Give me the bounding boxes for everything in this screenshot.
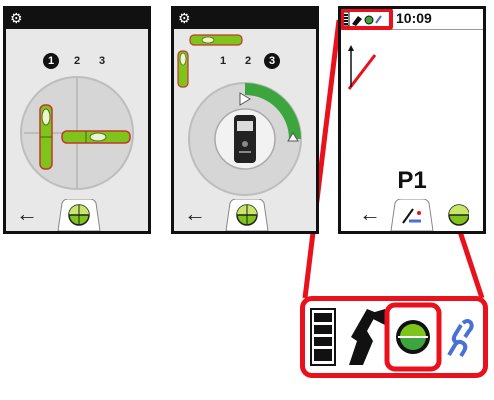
device-screen-step-3: ⚙ 1 2 3 ← bbox=[171, 6, 319, 234]
calibration-graphic bbox=[177, 34, 302, 196]
tripod-adapter-icon bbox=[349, 309, 385, 365]
vertical-vial-small-icon bbox=[177, 50, 189, 88]
level-vials-graphic bbox=[20, 76, 134, 190]
device-screen-step-1: ⚙ 1 2 3 ← bbox=[3, 6, 151, 234]
level-sensor-icon bbox=[396, 320, 430, 354]
status-icons-highlight bbox=[341, 9, 393, 30]
settings-gear-icon[interactable]: ⚙ bbox=[178, 10, 191, 27]
tilt-measure-icon bbox=[347, 45, 377, 90]
back-arrow-icon[interactable]: ← bbox=[16, 203, 38, 225]
level-tab-button[interactable] bbox=[447, 201, 469, 227]
vertical-vial-icon bbox=[39, 104, 53, 170]
back-arrow-icon[interactable]: ← bbox=[359, 203, 381, 225]
level-tab-button[interactable] bbox=[56, 199, 102, 231]
disto-device-icon bbox=[234, 115, 256, 163]
bottom-nav: ← bbox=[6, 195, 148, 231]
battery-icon bbox=[310, 308, 336, 366]
top-bar: ⚙ bbox=[6, 9, 148, 29]
measure-mode-tab-button[interactable] bbox=[389, 199, 435, 231]
point-label: P1 bbox=[397, 167, 427, 194]
device-screen-measure: 10:09 P1 ← bbox=[338, 6, 486, 234]
zoomed-status-icons bbox=[310, 302, 474, 372]
settings-gear-icon[interactable]: ⚙ bbox=[10, 10, 23, 27]
horizontal-vial-icon bbox=[61, 130, 131, 144]
level-tab-button[interactable] bbox=[224, 199, 270, 231]
status-icons-zoom-callout bbox=[300, 296, 488, 378]
top-bar: ⚙ bbox=[174, 9, 316, 29]
clock: 10:09 bbox=[396, 10, 432, 26]
horizontal-vial-small-icon bbox=[189, 34, 243, 46]
bottom-nav: ← bbox=[341, 195, 483, 231]
bottom-nav: ← bbox=[174, 195, 316, 231]
link-icon bbox=[447, 319, 474, 358]
back-arrow-icon[interactable]: ← bbox=[184, 203, 206, 225]
